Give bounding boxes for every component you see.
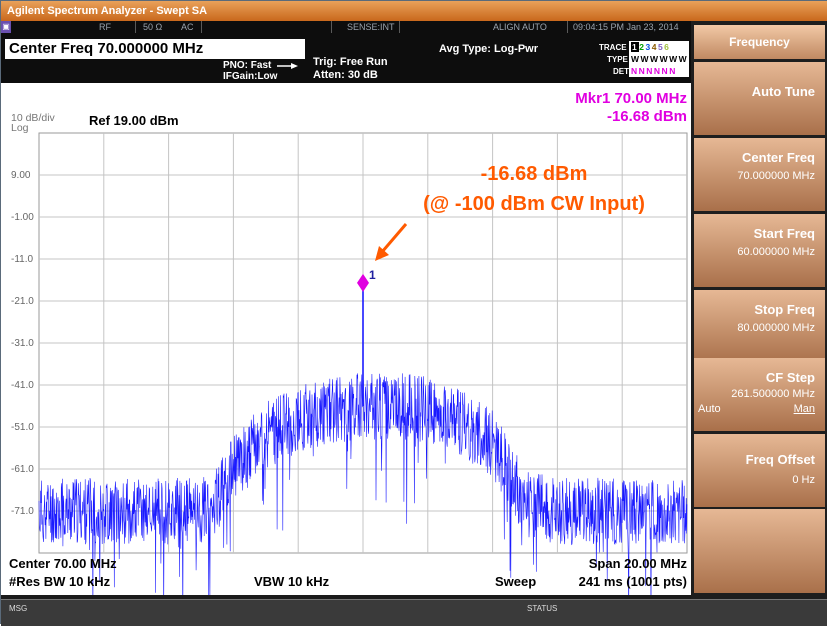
spectrum-analyzer-window: Agilent Spectrum Analyzer - Swept SA ▣ R…: [0, 0, 827, 626]
y-tick-label: -51.0: [11, 422, 34, 433]
softkey-stop-freq[interactable]: Stop Freq 80.000000 MHz: [694, 290, 825, 363]
y-tick-label: -1.00: [11, 212, 34, 223]
softkey-label: Start Freq: [753, 226, 815, 241]
softkey-label: Auto Tune: [751, 84, 815, 99]
trace-status-box[interactable]: 123456 WWWWWW NNNNNN: [629, 41, 689, 77]
status-label: STATUS: [527, 604, 558, 613]
softkey-value: 70.000000 MHz: [737, 170, 815, 182]
cf-step-auto-option[interactable]: Auto: [698, 403, 721, 415]
marker-readout-amp: -16.68 dBm: [607, 108, 687, 125]
type-row-label: TYPE: [607, 55, 628, 64]
annotation-arrow-icon: [375, 223, 408, 261]
y-tick-label: -21.0: [11, 296, 34, 307]
marker-readout-freq: Mkr1 70.00 MHz: [575, 90, 687, 107]
center-freq-readout[interactable]: Center Freq 70.000000 MHz: [5, 39, 305, 59]
sense-label: SENSE:INT: [347, 22, 395, 32]
softkey-label: Freq Offset: [745, 452, 815, 467]
det-row-label: DET: [613, 67, 629, 76]
softkey-label: Center Freq: [742, 150, 815, 165]
avg-type-label: Avg Type: Log-Pwr: [439, 43, 538, 55]
align-label: ALIGN AUTO: [493, 22, 547, 32]
marker-diamond-icon[interactable]: [357, 273, 369, 292]
window-title: Agilent Spectrum Analyzer - Swept SA: [1, 1, 827, 21]
trace-1: 1: [631, 42, 640, 52]
menu-title: Frequency: [694, 25, 825, 59]
ref-level-label: Ref 19.00 dBm: [89, 113, 179, 128]
msg-label: MSG: [9, 604, 28, 613]
softkey-center-freq[interactable]: Center Freq 70.000000 MHz: [694, 138, 825, 211]
y-tick-label: 9.00: [11, 170, 31, 181]
ifgain-label: IFGain:Low: [223, 71, 278, 82]
y-tick-label: -11.0: [11, 254, 33, 265]
softkey-value: 0 Hz: [792, 474, 815, 486]
softkey-cf-step[interactable]: CF Step 261.500000 MHz Auto Man: [694, 358, 825, 431]
rf-connector-icon: ▣: [1, 21, 11, 33]
datetime-label: 09:04:15 PM Jan 23, 2014: [573, 22, 679, 32]
cf-step-man-option[interactable]: Man: [794, 403, 815, 415]
softkey-value: 261.500000 MHz: [731, 388, 815, 400]
annotation-input: (@ -100 dBm CW Input): [423, 193, 645, 215]
trigger-label: Trig: Free Run: [313, 56, 388, 68]
status-bar: ▣ RF 50 Ω AC SENSE:INT ALIGN AUTO 09:04:…: [1, 21, 691, 33]
softkey-blank[interactable]: [694, 509, 825, 593]
annotation-amplitude: -16.68 dBm: [481, 163, 588, 185]
vbw-label: VBW 10 kHz: [254, 574, 330, 589]
softkey-value: 80.000000 MHz: [737, 322, 815, 334]
center-freq-label: Center 70.00 MHz: [9, 556, 117, 571]
span-label: Span 20.00 MHz: [589, 556, 688, 571]
arrow-right-icon: [277, 63, 298, 69]
y-tick-label: -71.0: [11, 506, 34, 517]
impedance-label: 50 Ω: [143, 22, 163, 32]
rf-label: RF: [99, 22, 111, 32]
res-bw-label: #Res BW 10 kHz: [9, 574, 111, 589]
trace-number-row: 123456: [631, 41, 689, 53]
pno-label: PNO: Fast: [223, 60, 272, 71]
attenuation-label: Atten: 30 dB: [313, 69, 378, 81]
marker-number: 1: [369, 268, 376, 282]
y-tick-label: -61.0: [11, 464, 34, 475]
coupling-label: AC: [181, 22, 194, 32]
trace-row-label: TRACE: [599, 43, 627, 52]
sweep-value: 241 ms (1001 pts): [579, 574, 687, 589]
y-tick-labels: 9.00 -1.00 -11.0 -21.0 -31.0 -41.0 -51.0 -61.0 -…: [11, 170, 34, 517]
spectrum-plot[interactable]: 10 dB/div Log Ref 19.00 dBm Mkr1 70.00 M…: [1, 83, 691, 622]
softkey-label: Stop Freq: [754, 302, 815, 317]
sweep-label: Sweep: [495, 574, 536, 589]
trace-type-row: WWWWWW: [631, 54, 689, 64]
softkey-value: 60.000000 MHz: [737, 246, 815, 258]
trace-det-row: NNNNNN: [631, 66, 677, 76]
softkey-auto-tune[interactable]: Auto Tune: [694, 62, 825, 135]
scale-type-label: Log: [11, 122, 29, 134]
softkey-label: CF Step: [765, 370, 815, 385]
softkey-start-freq[interactable]: Start Freq 60.000000 MHz: [694, 214, 825, 287]
y-tick-label: -41.0: [11, 380, 34, 391]
softkey-freq-offset[interactable]: Freq Offset 0 Hz: [694, 434, 825, 507]
message-bar: MSG STATUS: [1, 599, 827, 626]
plot-panel: 10 dB/div Log Ref 19.00 dBm Mkr1 70.00 M…: [1, 83, 691, 622]
y-tick-label: -31.0: [11, 338, 34, 349]
trace-6: 6: [664, 42, 671, 52]
